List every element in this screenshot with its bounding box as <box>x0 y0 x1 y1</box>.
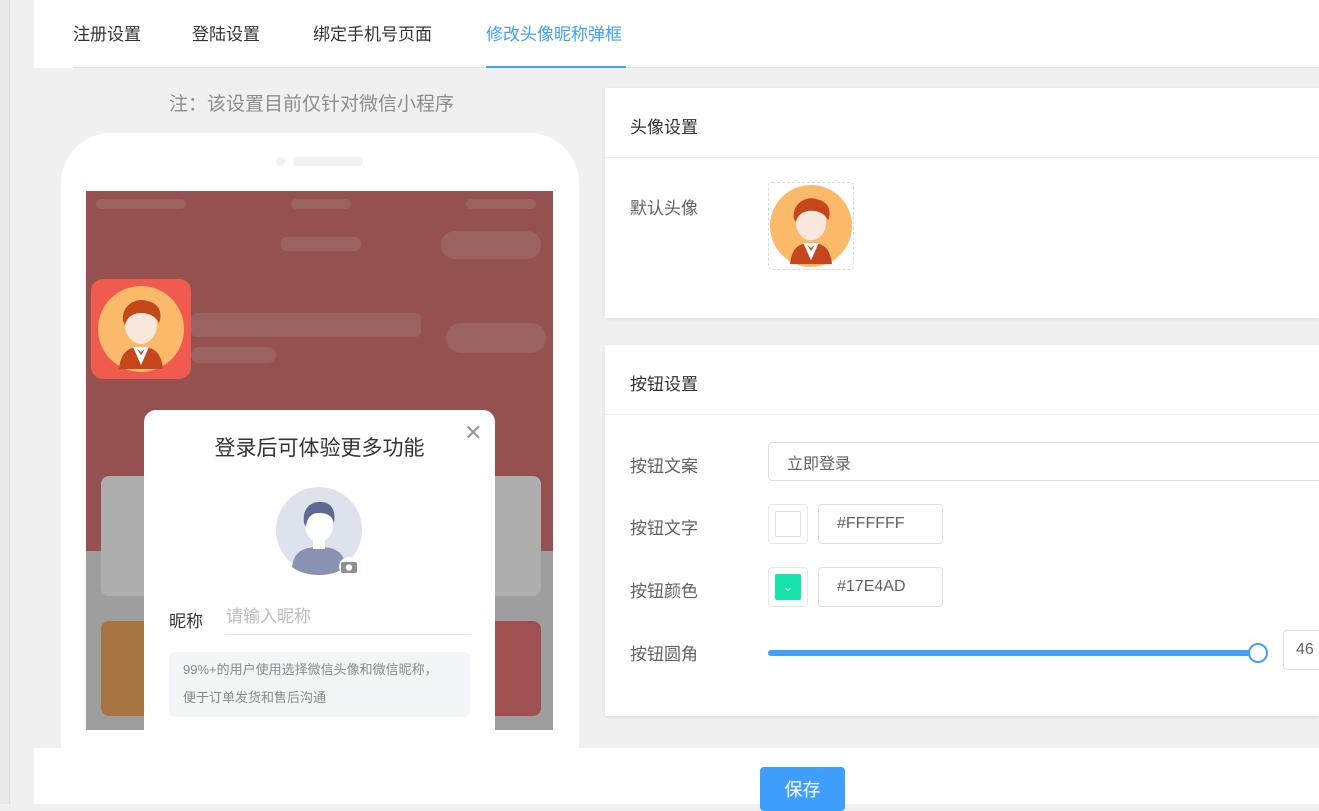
button-radius-label: 按钮圆角 <box>630 645 698 664</box>
highlighted-avatar-tile <box>91 279 191 379</box>
radius-slider-track[interactable] <box>768 650 1258 656</box>
default-avatar-uploader[interactable] <box>768 182 854 270</box>
tab-register-settings[interactable]: 注册设置 <box>73 20 141 45</box>
default-avatar-icon <box>769 184 853 268</box>
card-header: 头像设置 <box>605 88 1319 158</box>
left-edge <box>0 0 10 804</box>
tab-edit-avatar-nickname-popup[interactable]: 修改头像昵称弹框 <box>486 20 622 45</box>
phone-camera-dot <box>276 157 285 166</box>
button-text-label: 按钮文案 <box>630 457 698 476</box>
tab-login-settings[interactable]: 登陆设置 <box>192 20 260 45</box>
card-header: 按钮设置 <box>605 345 1319 415</box>
tab-bind-phone-page[interactable]: 绑定手机号页面 <box>313 20 432 45</box>
bg-color-hex-input[interactable] <box>818 567 943 607</box>
default-avatar-icon <box>98 286 184 372</box>
button-settings-title: 按钮设置 <box>630 375 698 394</box>
active-tab-indicator <box>486 66 626 68</box>
nickname-label: 昵称 <box>169 612 203 631</box>
button-font-color-label: 按钮文字 <box>630 519 698 538</box>
close-icon[interactable]: ✕ <box>464 420 482 446</box>
radius-number-input[interactable] <box>1283 630 1319 670</box>
nickname-tip: 99%+的用户使用选择微信头像和微信昵称， 便于订单发货和售后沟通 <box>169 652 470 717</box>
button-settings-card: 按钮设置 <box>605 345 1319 716</box>
footer-bar <box>34 748 1319 804</box>
camera-icon <box>339 557 359 577</box>
avatar-settings-title: 头像设置 <box>630 118 698 137</box>
modal-avatar[interactable] <box>276 487 364 582</box>
radius-slider-handle[interactable] <box>1248 643 1268 663</box>
tip-line: 99%+的用户使用选择微信头像和微信昵称， <box>183 662 438 677</box>
phone-speaker <box>293 157 363 166</box>
tab-bar-divider <box>73 67 1319 68</box>
check-icon: ⌄ <box>782 580 794 594</box>
default-avatar-label: 默认头像 <box>630 199 698 218</box>
font-color-swatch <box>775 511 801 537</box>
font-color-picker[interactable] <box>768 504 808 544</box>
button-text-input[interactable] <box>768 442 1319 481</box>
font-color-hex-input[interactable] <box>818 504 943 544</box>
save-button[interactable]: 保存 <box>760 767 845 811</box>
note-text: 注：该设置目前仅针对微信小程序 <box>169 94 455 115</box>
avatar-settings-card: 头像设置 <box>605 88 1319 318</box>
bg-color-swatch: ⌄ <box>775 574 801 600</box>
bg-color-picker[interactable]: ⌄ <box>768 567 808 607</box>
nickname-input[interactable] <box>226 600 470 635</box>
tip-line: 便于订单发货和售后沟通 <box>183 690 327 705</box>
modal-title: 登录后可体验更多功能 <box>214 437 425 460</box>
login-modal: 登录后可体验更多功能 ✕ 昵称 99%+的用户使用选择微信头像和微信昵称， 便于… <box>144 410 495 730</box>
button-bg-color-label: 按钮颜色 <box>630 582 698 601</box>
